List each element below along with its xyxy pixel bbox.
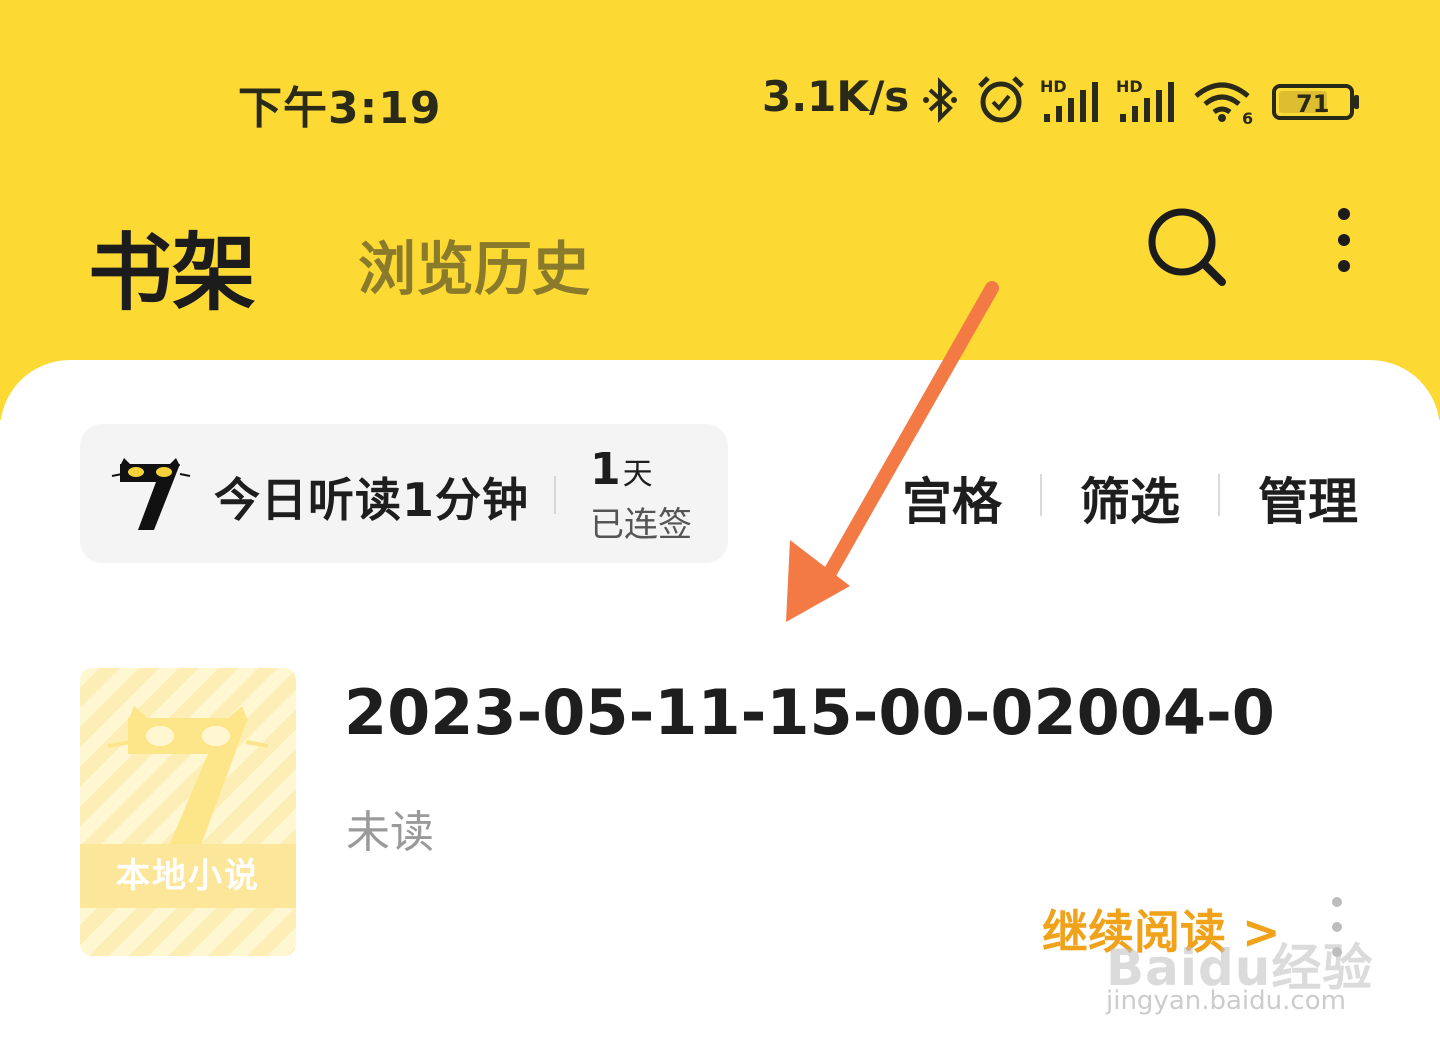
tab-browse-history[interactable]: 浏览历史 [358,222,590,306]
book-cover[interactable]: 本地小说 [80,668,296,956]
streak-days: 1天 已连签 [590,444,710,546]
alarm-icon [978,76,1024,123]
status-time: 下午3:19 [238,83,442,134]
listen-time-text: 今日听读1分钟 [214,473,530,527]
toolbar-divider [1218,474,1220,516]
signal-hd-label: HD [1040,77,1067,96]
wifi-icon: 6 [1194,82,1253,126]
streak-days-unit: 天 [622,457,653,492]
status-icons: 3.1K/s HD HD 6 71 [762,70,1382,130]
book-read-status: 未读 [346,807,434,858]
filter-button[interactable]: 筛选 [1080,462,1180,534]
signal-hd-label: HD [1116,77,1143,96]
streak-label: 已连签 [590,505,692,545]
grid-view-button[interactable]: 宫格 [902,462,1002,534]
streak-days-number: 1 [590,444,621,495]
battery-level: 71 [1296,90,1329,118]
watermark-url: jingyan.baidu.com [1106,986,1346,1016]
wifi-version-label: 6 [1242,109,1253,126]
bluetooth-icon [923,77,957,123]
tab-bookshelf[interactable]: 书架 [88,206,256,327]
cover-label: 本地小说 [80,844,296,908]
cover-cat-icon [108,706,268,848]
cat-logo-icon [111,458,191,530]
network-speed: 3.1K/s [762,72,910,121]
signal-icon: HD [1040,77,1098,122]
battery-icon: 71 [1272,84,1359,120]
listening-checkin-card[interactable]: 今日听读1分钟 1天 已连签 [80,424,728,563]
manage-button[interactable]: 管理 [1258,462,1358,534]
book-title[interactable]: 2023-05-11-15-00-02004-0 [344,676,1275,749]
search-icon[interactable] [1144,204,1228,288]
toolbar-divider [1040,474,1042,516]
card-divider [554,476,556,514]
signal-icon: HD [1116,77,1174,122]
more-vertical-icon[interactable] [1324,200,1364,280]
